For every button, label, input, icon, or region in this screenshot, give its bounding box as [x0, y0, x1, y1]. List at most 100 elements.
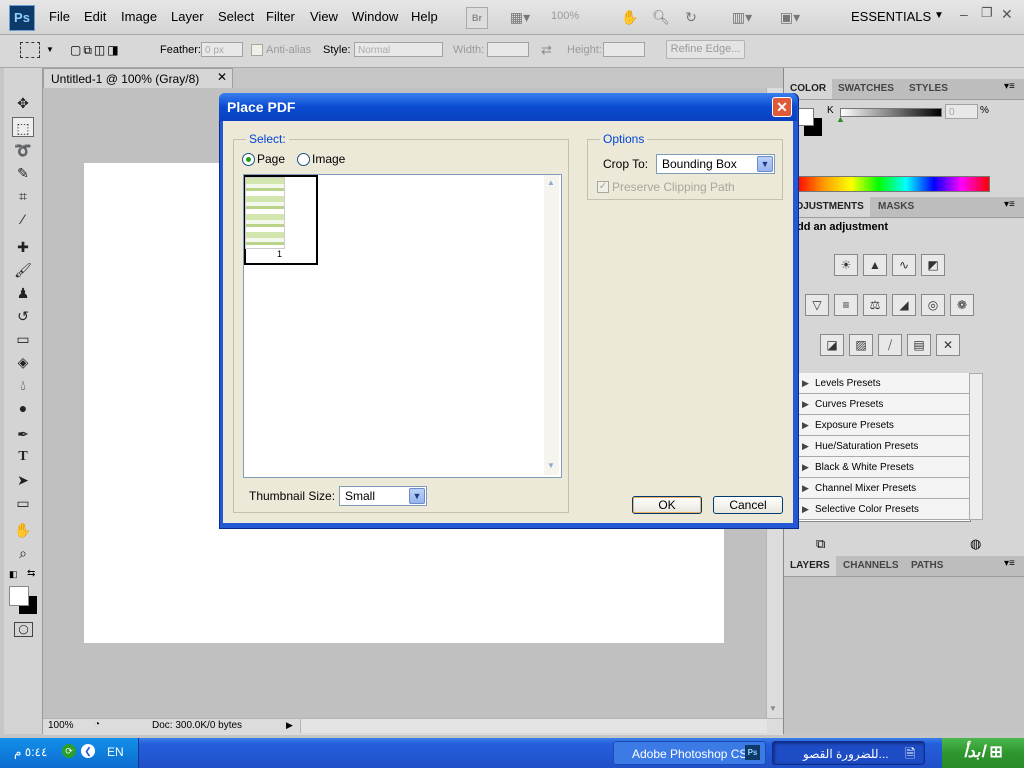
taskbar-photoshop[interactable]: Adobe Photoshop CS...: [613, 741, 766, 765]
style-select[interactable]: Normal: [354, 42, 443, 57]
status-zoom[interactable]: 100%: [48, 720, 74, 731]
posterize-icon[interactable]: ▨: [849, 334, 873, 356]
dialog-close-icon[interactable]: ✕: [772, 97, 792, 117]
height-input[interactable]: [603, 42, 645, 57]
photo-filter-icon[interactable]: ◎: [921, 294, 945, 316]
dialog-title-bar[interactable]: [219, 93, 797, 121]
feather-input[interactable]: 0 px: [201, 42, 243, 57]
channel-mixer-icon[interactable]: ❁: [950, 294, 974, 316]
tray-arrow-icon[interactable]: ❮: [81, 744, 95, 758]
hand-tool-icon[interactable]: ✋: [620, 7, 640, 27]
vibrance-icon[interactable]: ▽: [805, 294, 829, 316]
shape-tool-icon[interactable]: ▭: [12, 493, 34, 513]
lasso-tool-icon[interactable]: ➰: [12, 140, 34, 160]
curves-icon[interactable]: ∿: [892, 254, 916, 276]
preset-chevron-icon[interactable]: ▼: [46, 45, 54, 54]
color-k-slider[interactable]: [840, 108, 942, 117]
bridge-icon[interactable]: Br: [466, 7, 488, 29]
rotate-view-icon[interactable]: ↻: [681, 7, 701, 27]
zoom-level[interactable]: 100%: [551, 10, 579, 22]
document-tab-close-icon[interactable]: ✕: [217, 70, 227, 84]
marquee-preset-icon[interactable]: [20, 42, 40, 58]
arrange-documents-icon[interactable]: ▥▾: [725, 7, 759, 27]
blur-tool-icon[interactable]: 💧︎: [12, 375, 34, 395]
menu-edit[interactable]: Edit: [84, 9, 106, 24]
adjustments-menu-icon[interactable]: ▾≡: [1004, 199, 1015, 210]
restore-icon[interactable]: ❐: [981, 5, 993, 21]
workspace-switcher[interactable]: ESSENTIALS: [851, 9, 931, 24]
preset-exposure[interactable]: ▶ Exposure Presets: [797, 415, 969, 436]
menu-layer[interactable]: Layer: [171, 9, 204, 24]
foreground-color-swatch[interactable]: [9, 586, 29, 606]
menu-filter[interactable]: Filter: [266, 9, 295, 24]
preset-levels[interactable]: ▶ Levels Presets: [797, 373, 969, 394]
color-spectrum-bar[interactable]: [795, 176, 990, 192]
slider-handle-icon[interactable]: ▲: [836, 114, 845, 124]
exposure-icon[interactable]: ◩: [921, 254, 945, 276]
clip-to-layer-icon[interactable]: ◍: [970, 536, 981, 552]
quick-mask-icon[interactable]: ◯: [14, 622, 33, 637]
swap-colors-icon[interactable]: ⇆: [27, 568, 35, 579]
tab-paths[interactable]: PATHS: [905, 556, 949, 576]
screen-mode-icon[interactable]: ▣▾: [773, 7, 807, 27]
color-value-input[interactable]: 0: [945, 104, 978, 119]
marquee-tool-icon[interactable]: ⬚: [12, 117, 34, 137]
panel-menu-icon[interactable]: ▾≡: [1004, 81, 1015, 92]
tray-language[interactable]: EN: [107, 745, 124, 759]
document-tab[interactable]: Untitled-1 @ 100% (Gray/8): [43, 68, 233, 88]
workspace-chevron-icon[interactable]: ▼: [934, 10, 944, 21]
move-tool-icon[interactable]: ✥: [12, 93, 34, 113]
close-icon[interactable]: ✕: [1001, 6, 1013, 23]
dodge-tool-icon[interactable]: ●: [12, 398, 34, 418]
menu-window[interactable]: Window: [352, 9, 398, 24]
thumbnail-scrollbar[interactable]: [544, 175, 559, 475]
tab-layers[interactable]: LAYERS: [784, 556, 836, 576]
document-horizontal-scrollbar[interactable]: [300, 719, 767, 733]
cancel-button[interactable]: Cancel: [713, 496, 783, 514]
tab-masks[interactable]: MASKS: [872, 197, 920, 217]
zoom-tool-sidebar-icon[interactable]: ⌕: [12, 543, 34, 563]
invert-icon[interactable]: ◪: [820, 334, 844, 356]
black-white-icon[interactable]: ◢: [892, 294, 916, 316]
radio-image[interactable]: [297, 153, 310, 166]
screen-layout-icon[interactable]: ▦▾: [502, 7, 538, 27]
eraser-tool-icon[interactable]: ▭: [12, 329, 34, 349]
radio-image-label[interactable]: Image: [312, 152, 345, 166]
type-tool-icon[interactable]: T: [12, 447, 34, 467]
radio-page[interactable]: [242, 153, 255, 166]
preserve-clipping-checkbox[interactable]: ✓: [597, 181, 609, 193]
preset-curves[interactable]: ▶ Curves Presets: [797, 394, 969, 415]
ok-button[interactable]: OK: [632, 496, 702, 514]
brightness-contrast-icon[interactable]: ☀: [834, 254, 858, 276]
crop-to-dropdown-icon[interactable]: ▼: [757, 156, 773, 172]
menu-image[interactable]: Image: [121, 9, 157, 24]
tab-swatches[interactable]: SWATCHES: [832, 79, 900, 99]
antialias-checkbox[interactable]: [251, 44, 263, 56]
gradient-map-icon[interactable]: ▤: [907, 334, 931, 356]
default-colors-icon[interactable]: ◧: [9, 569, 18, 580]
hue-saturation-icon[interactable]: ≡: [834, 294, 858, 316]
thumbnail-size-dropdown-icon[interactable]: ▼: [409, 488, 425, 504]
selection-mode-icons[interactable]: ▢⧉◫◨: [70, 42, 140, 58]
return-to-list-icon[interactable]: ⧉: [816, 536, 825, 552]
swap-dimensions-icon[interactable]: ⇄: [541, 42, 552, 58]
thumb-scroll-up-icon[interactable]: ▲: [547, 178, 555, 187]
thumb-scroll-down-icon[interactable]: ▼: [547, 461, 555, 470]
path-selection-tool-icon[interactable]: ➤: [12, 470, 34, 490]
minimize-icon[interactable]: –: [960, 6, 968, 22]
paint-bucket-tool-icon[interactable]: ◈: [12, 352, 34, 372]
crop-tool-icon[interactable]: ⌗: [12, 186, 34, 206]
status-menu-arrow-icon[interactable]: ▶: [286, 720, 293, 731]
preset-black-white[interactable]: ▶ Black & White Presets: [797, 457, 969, 478]
brush-tool-icon[interactable]: 🖌︎: [12, 260, 34, 280]
levels-icon[interactable]: ▲: [863, 254, 887, 276]
menu-file[interactable]: File: [49, 9, 70, 24]
refine-edge-button[interactable]: Refine Edge...: [666, 40, 745, 59]
color-balance-icon[interactable]: ⚖: [863, 294, 887, 316]
healing-brush-tool-icon[interactable]: ✚: [12, 237, 34, 257]
width-input[interactable]: [487, 42, 529, 57]
preset-selective-color[interactable]: ▶ Selective Color Presets: [797, 499, 969, 520]
zoom-tool-icon[interactable]: 🔍︎: [651, 7, 671, 27]
threshold-icon[interactable]: ⧸: [878, 334, 902, 356]
preset-hue-saturation[interactable]: ▶ Hue/Saturation Presets: [797, 436, 969, 457]
